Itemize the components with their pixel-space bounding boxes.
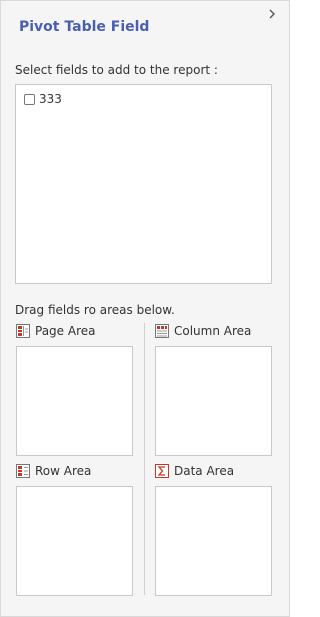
field-checkbox[interactable]: [24, 93, 35, 105]
data-area-header: Data Area: [155, 464, 234, 478]
page-area-label: Page Area: [35, 324, 96, 338]
sigma-icon: [155, 464, 169, 478]
row-area-icon: [16, 464, 30, 478]
field-item-label: 333: [39, 92, 62, 106]
collapse-button[interactable]: [267, 7, 279, 21]
field-item-333[interactable]: 333: [24, 92, 62, 106]
page-area-header: Page Area: [16, 324, 95, 338]
page-area-dropzone[interactable]: [16, 346, 133, 456]
page-area-icon: [16, 324, 30, 338]
column-area-icon: [155, 324, 169, 338]
column-area-header: Column Area: [155, 324, 251, 338]
field-list[interactable]: 333: [15, 84, 272, 284]
area-divider: [144, 323, 145, 595]
row-area-label: Row Area: [35, 464, 92, 478]
panel-title: Pivot Table Field: [19, 19, 150, 35]
column-area-label: Column Area: [174, 324, 252, 338]
chevron-right-icon: [269, 9, 275, 19]
column-area-dropzone[interactable]: [155, 346, 272, 456]
pivot-field-panel: Pivot Table Field Select fields to add t…: [0, 0, 290, 617]
data-area-dropzone[interactable]: [155, 486, 272, 596]
row-area-header: Row Area: [16, 464, 91, 478]
row-area-dropzone[interactable]: [16, 486, 133, 596]
fields-prompt: Select fields to add to the report :: [15, 63, 218, 77]
data-area-label: Data Area: [174, 464, 235, 478]
areas-prompt: Drag fields ro areas below.: [15, 303, 175, 317]
